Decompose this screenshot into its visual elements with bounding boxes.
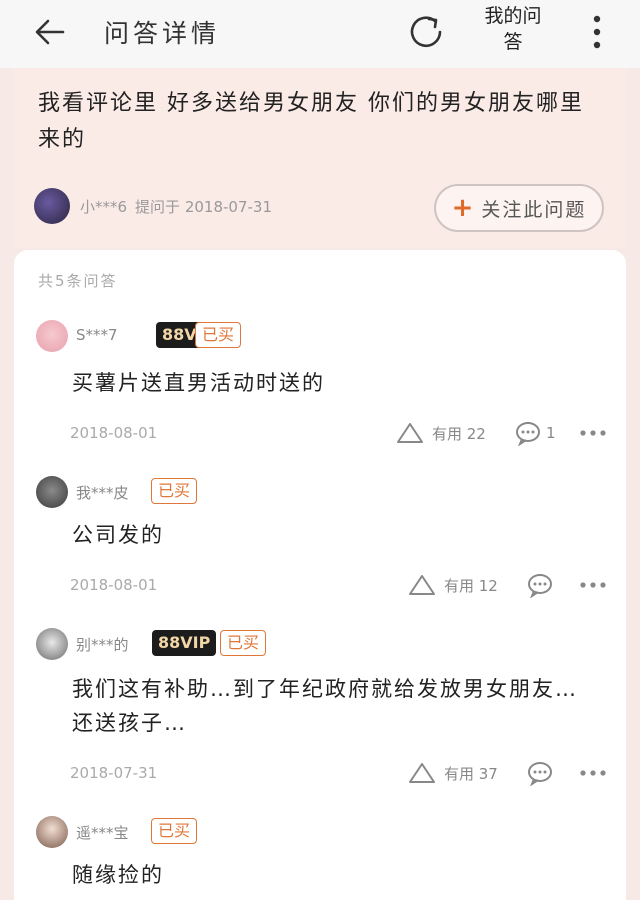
triangle-up-icon — [409, 575, 435, 595]
user-name: 别***的 — [76, 636, 129, 654]
top-bar: 问答详情 我的问答 — [0, 0, 640, 68]
comment-icon — [516, 422, 540, 446]
plus-icon: + — [451, 193, 476, 223]
user-name: S***7 — [76, 326, 118, 344]
triangle-up-icon — [397, 423, 423, 443]
answer-text: 买薯片送直男活动时送的 — [72, 371, 325, 395]
more-vertical-icon[interactable] — [584, 10, 610, 54]
answer-date: 2018-07-31 — [70, 764, 158, 782]
asked-date: 提问于 2018-07-31 — [135, 198, 272, 216]
triangle-up-icon — [409, 763, 435, 783]
comment-button[interactable] — [526, 571, 558, 599]
asker-info: 小***6 提问于 2018-07-31 — [80, 196, 272, 217]
follow-label: 关注此问题 — [481, 198, 587, 221]
comment-icon — [528, 574, 552, 598]
bought-badge: 已买 — [151, 818, 198, 844]
answer-date: 2018-08-01 — [70, 576, 158, 594]
user-avatar[interactable] — [36, 320, 68, 352]
answer-text: 公司发的 — [72, 523, 164, 547]
answers-count: 共5条问答 — [38, 272, 118, 290]
vip-badge: 88VIP — [152, 630, 217, 656]
comment-icon — [528, 762, 552, 786]
refresh-icon[interactable] — [404, 10, 448, 54]
answers-list: 共5条问答 S***7 88VIP 已买 买薯片送直男活动时送的 2018-08… — [14, 250, 626, 900]
user-name: 遥***宝 — [76, 824, 129, 842]
my-answers-button[interactable]: 我的问答 — [484, 3, 542, 55]
more-horizontal-icon[interactable] — [578, 572, 608, 598]
useful-count: 有用 12 — [444, 576, 498, 595]
answer-text: 我们这有补助…到了年纪政府就给发放男女朋友…还送孩子… — [72, 677, 578, 735]
comment-button[interactable]: 1 — [514, 419, 556, 447]
useful-count: 有用 22 — [432, 424, 486, 443]
more-horizontal-icon[interactable] — [578, 760, 608, 786]
user-avatar[interactable] — [36, 476, 68, 508]
answer-text: 随缘捡的 — [72, 863, 164, 887]
asker-name: 小***6 — [80, 198, 128, 216]
useful-button[interactable]: 有用 12 — [408, 572, 498, 598]
bought-badge: 已买 — [151, 478, 198, 504]
comment-count: 1 — [546, 424, 556, 442]
answer-date: 2018-08-01 — [70, 424, 158, 442]
follow-question-button[interactable]: + 关注此问题 — [434, 184, 604, 232]
bought-badge: 已买 — [220, 630, 267, 656]
comment-button[interactable] — [526, 759, 558, 787]
user-avatar[interactable] — [36, 816, 68, 848]
user-name: 我***皮 — [76, 484, 129, 502]
more-horizontal-icon[interactable] — [578, 420, 608, 446]
page-title: 问答详情 — [104, 19, 221, 48]
user-avatar[interactable] — [36, 628, 68, 660]
back-arrow-icon[interactable] — [30, 12, 70, 52]
useful-count: 有用 37 — [444, 764, 498, 783]
question-card: 我看评论里 好多送给男女朋友 你们的男女朋友哪里来的 小***6 提问于 2018… — [14, 68, 626, 248]
useful-button[interactable]: 有用 22 — [396, 420, 486, 446]
question-text: 我看评论里 好多送给男女朋友 你们的男女朋友哪里来的 — [38, 91, 584, 152]
useful-button[interactable]: 有用 37 — [408, 760, 498, 786]
bought-badge: 已买 — [195, 322, 242, 348]
asker-avatar[interactable] — [34, 188, 70, 224]
